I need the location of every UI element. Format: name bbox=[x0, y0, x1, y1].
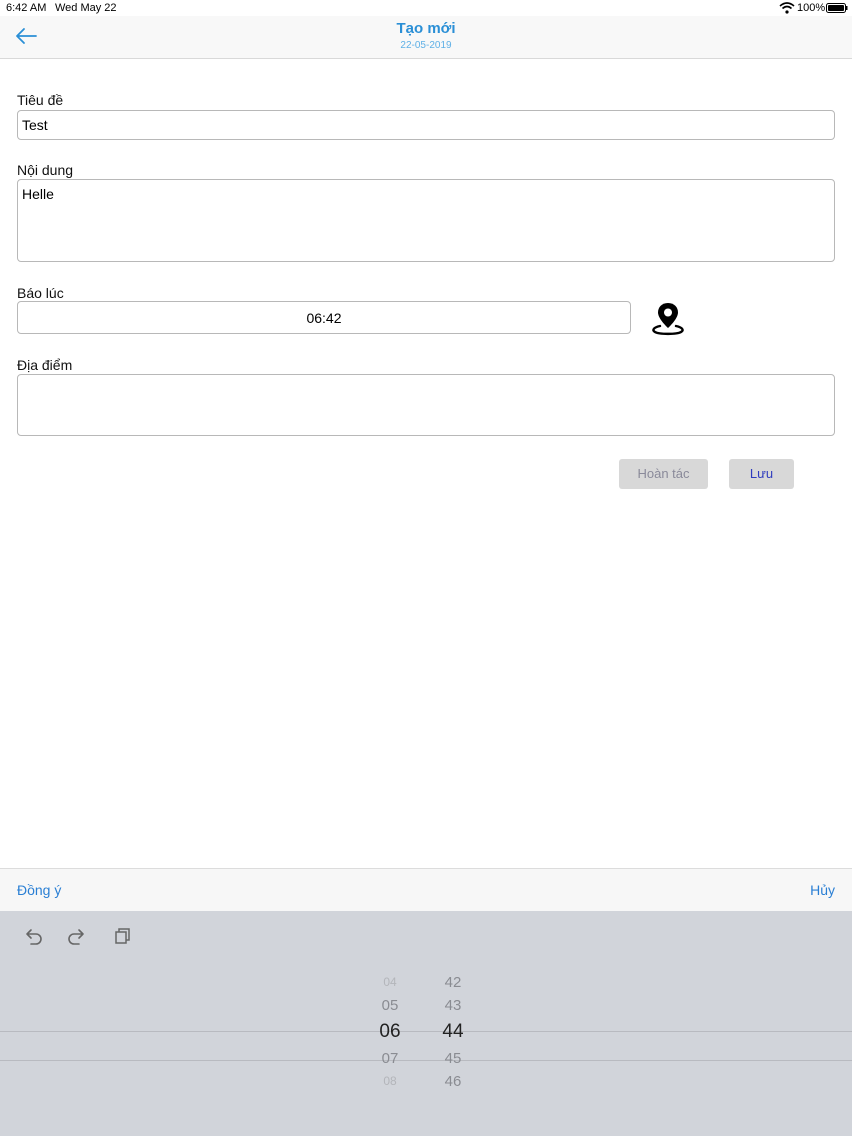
hour-option[interactable]: 05 bbox=[370, 994, 410, 1017]
alarm-time-field[interactable]: 06:42 bbox=[17, 301, 631, 334]
title-label: Tiêu đề bbox=[17, 92, 64, 108]
hour-option[interactable]: 07 bbox=[370, 1047, 410, 1070]
time-picker-keyboard: 04 05 06 07 08 42 43 44 45 46 bbox=[0, 911, 852, 1136]
location-field[interactable] bbox=[17, 374, 835, 436]
title-field[interactable]: Test bbox=[17, 110, 835, 140]
redo-icon[interactable] bbox=[66, 925, 88, 947]
alarm-label: Báo lúc bbox=[17, 285, 64, 301]
minute-option[interactable]: 45 bbox=[433, 1047, 473, 1070]
cancel-button[interactable]: Hủy bbox=[810, 882, 835, 898]
picker-toolbar: Đồng ý Hủy bbox=[0, 868, 852, 911]
hour-wheel[interactable]: 04 05 06 07 08 bbox=[370, 971, 410, 1093]
hour-option-selected[interactable]: 06 bbox=[370, 1017, 410, 1047]
status-bar: 6:42 AM Wed May 22 100% bbox=[0, 0, 852, 16]
agree-button[interactable]: Đồng ý bbox=[17, 882, 61, 898]
wifi-icon bbox=[779, 2, 795, 14]
hour-option[interactable]: 08 bbox=[370, 1070, 410, 1093]
minute-wheel[interactable]: 42 43 44 45 46 bbox=[433, 971, 473, 1093]
minute-option[interactable]: 42 bbox=[433, 971, 473, 994]
page-subtitle: 22-05-2019 bbox=[400, 40, 452, 51]
minute-option[interactable]: 43 bbox=[433, 994, 473, 1017]
page-title: Tạo mới bbox=[396, 20, 456, 37]
battery-percent: 100% bbox=[797, 2, 826, 14]
status-date: Wed May 22 bbox=[55, 2, 117, 14]
minute-option[interactable]: 46 bbox=[433, 1070, 473, 1093]
location-label: Địa điểm bbox=[17, 357, 73, 373]
battery-icon bbox=[826, 3, 848, 13]
content-field[interactable]: Helle bbox=[17, 179, 835, 262]
hour-option[interactable]: 04 bbox=[370, 971, 410, 994]
content-label: Nội dung bbox=[17, 162, 74, 178]
status-time: 6:42 AM bbox=[6, 2, 47, 14]
picker-selection-band bbox=[0, 1031, 852, 1061]
undo-button[interactable]: Hoàn tác bbox=[619, 459, 708, 489]
navigation-bar: Tạo mới 22-05-2019 bbox=[0, 16, 852, 59]
minute-option-selected[interactable]: 44 bbox=[433, 1017, 473, 1047]
undo-icon[interactable] bbox=[22, 925, 44, 947]
paste-icon[interactable] bbox=[112, 925, 134, 947]
save-button[interactable]: Lưu bbox=[729, 459, 794, 489]
location-pin-icon[interactable] bbox=[650, 301, 686, 337]
